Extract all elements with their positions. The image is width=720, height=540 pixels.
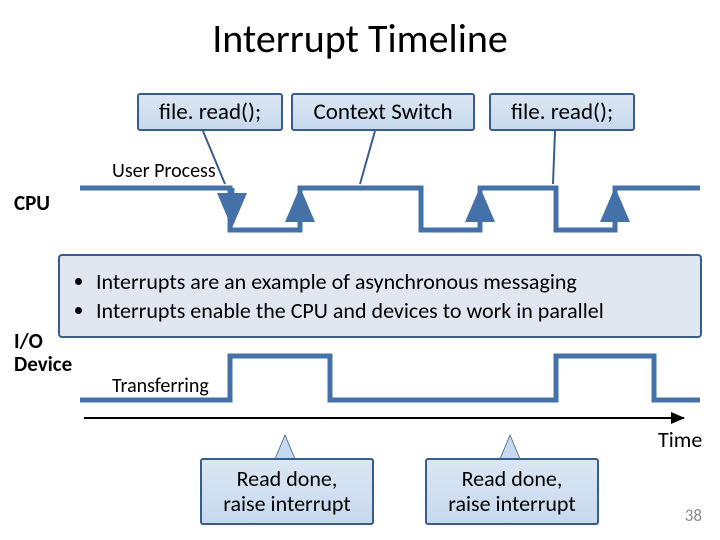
label-user-process: User Process [112, 159, 216, 183]
box-file-read-2: file. read(); [489, 93, 635, 131]
callout-2-tail [500, 436, 520, 460]
label-transferring: Transferring [112, 374, 209, 398]
box-context-switch: Context Switch [291, 93, 475, 131]
callout-1-tail [275, 436, 295, 460]
time-axis [84, 417, 684, 419]
bullet-2: Interrupts enable the CPU and devices to… [96, 297, 690, 324]
callout-read-done-1: Read done, raise interrupt [200, 458, 374, 525]
box-file-read-1: file. read(); [137, 93, 283, 131]
label-cpu: CPU [14, 190, 50, 216]
bullet-1: Interrupts are an example of asynchronou… [96, 268, 690, 295]
label-time: Time [658, 426, 702, 453]
page-number: 38 [685, 505, 702, 526]
slide-title: Interrupt Timeline [0, 14, 720, 63]
callout-read-done-2: Read done, raise interrupt [425, 458, 599, 525]
key-points-overlay: Interrupts are an example of asynchronou… [58, 254, 702, 338]
